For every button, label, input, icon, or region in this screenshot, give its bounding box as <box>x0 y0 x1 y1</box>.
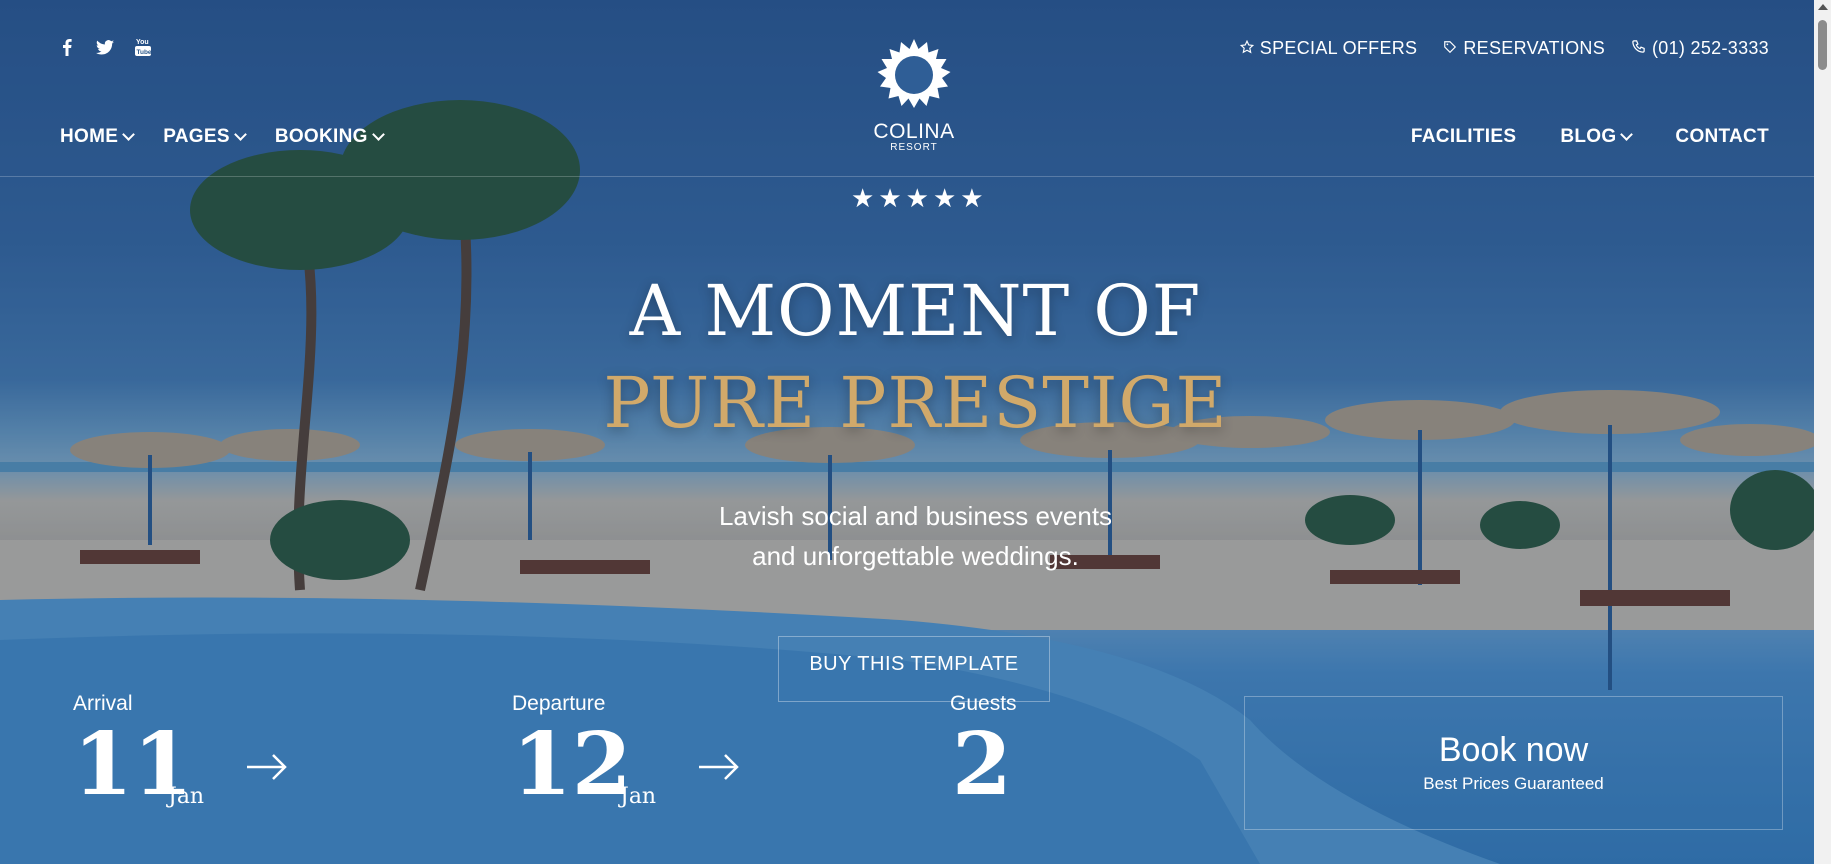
star-icon: ★ <box>932 184 957 214</box>
star-rating: ★ ★ ★ ★ ★ <box>851 184 984 214</box>
hero-subtitle-line1: Lavish social and business events <box>718 501 1113 531</box>
chevron-down-icon <box>371 128 385 141</box>
scrollbar-thumb[interactable] <box>1818 20 1827 70</box>
chevron-down-icon <box>233 128 247 141</box>
nav-item-home[interactable]: HOME <box>60 126 136 148</box>
star-icon: ★ <box>960 184 984 214</box>
arrival-label: Arrival <box>73 692 133 715</box>
nav-item-blog[interactable]: BLOG <box>1560 126 1634 148</box>
nav-item-label: PAGES <box>163 126 230 147</box>
hero-subtitle-line2: and unforgettable weddings. <box>752 541 1079 571</box>
nav-item-booking[interactable]: BOOKING <box>274 126 385 148</box>
phone-number: (01) 252-3333 <box>1652 38 1769 58</box>
nav-item-facilities[interactable]: FACILITIES <box>1411 126 1516 148</box>
site-logo[interactable]: COLINA RESORT <box>873 38 955 153</box>
nav-item-label: FACILITIES <box>1410 126 1517 147</box>
phone-link[interactable]: (01) 252-3333 <box>1631 38 1769 59</box>
departure-label: Departure <box>512 692 606 715</box>
top-utility-links: SPECIAL OFFERS RESERVATIONS (01) 252-333… <box>1239 38 1769 59</box>
hero-headline-line2: PURE PRESTIGE <box>603 362 1228 444</box>
facebook-icon[interactable] <box>58 38 76 56</box>
chevron-down-icon <box>122 128 136 141</box>
main-nav-right: FACILITIES BLOG CONTACT <box>1411 126 1769 148</box>
arrow-right-icon <box>699 754 739 780</box>
guests-label: Guests <box>950 692 1017 715</box>
special-offers-label: SPECIAL OFFERS <box>1259 38 1418 58</box>
arrow-right-icon <box>247 754 287 780</box>
star-outline-icon <box>1239 38 1254 59</box>
departure-day[interactable]: 12 <box>512 722 632 808</box>
social-links: You Tube <box>58 38 152 56</box>
logo-name: COLINA <box>873 120 955 143</box>
vertical-scrollbar[interactable] <box>1814 0 1831 864</box>
nav-item-label: CONTACT <box>1675 126 1769 147</box>
book-now-button[interactable]: Book now Best Prices Guaranteed <box>1244 696 1783 830</box>
tag-icon <box>1443 38 1457 59</box>
youtube-icon[interactable]: You Tube <box>134 38 152 56</box>
reservations-label: RESERVATIONS <box>1463 38 1606 58</box>
scroll-up-icon[interactable] <box>1818 4 1828 10</box>
star-icon: ★ <box>878 184 902 214</box>
sun-logo-icon <box>877 39 951 108</box>
hero-headline-line1: A MOMENT OF <box>629 270 1202 352</box>
phone-icon <box>1631 38 1646 59</box>
departure-month[interactable]: Jan <box>620 784 656 809</box>
reservations-link[interactable]: RESERVATIONS <box>1443 38 1605 59</box>
star-icon: ★ <box>905 184 929 214</box>
twitter-icon[interactable] <box>96 38 114 56</box>
svg-text:You: You <box>136 39 149 46</box>
guests-count[interactable]: 2 <box>952 722 1012 808</box>
chevron-down-icon <box>1620 128 1634 141</box>
arrival-month[interactable]: Jan <box>168 784 204 809</box>
nav-item-label: BLOG <box>1560 126 1617 147</box>
star-icon: ★ <box>851 184 875 214</box>
nav-item-contact[interactable]: CONTACT <box>1675 126 1769 148</box>
nav-item-label: BOOKING <box>274 126 368 147</box>
hero-subtitle: Lavish social and business events and un… <box>0 496 1831 576</box>
book-now-label: Book now <box>1438 731 1589 769</box>
special-offers-link[interactable]: SPECIAL OFFERS <box>1239 38 1418 59</box>
book-now-subtitle: Best Prices Guaranteed <box>1423 774 1604 793</box>
nav-item-label: HOME <box>60 126 119 147</box>
svg-text:Tube: Tube <box>137 49 152 56</box>
main-nav-left: HOME PAGES BOOKING <box>60 126 385 148</box>
nav-item-pages[interactable]: PAGES <box>163 126 247 148</box>
header-divider <box>0 176 1814 177</box>
